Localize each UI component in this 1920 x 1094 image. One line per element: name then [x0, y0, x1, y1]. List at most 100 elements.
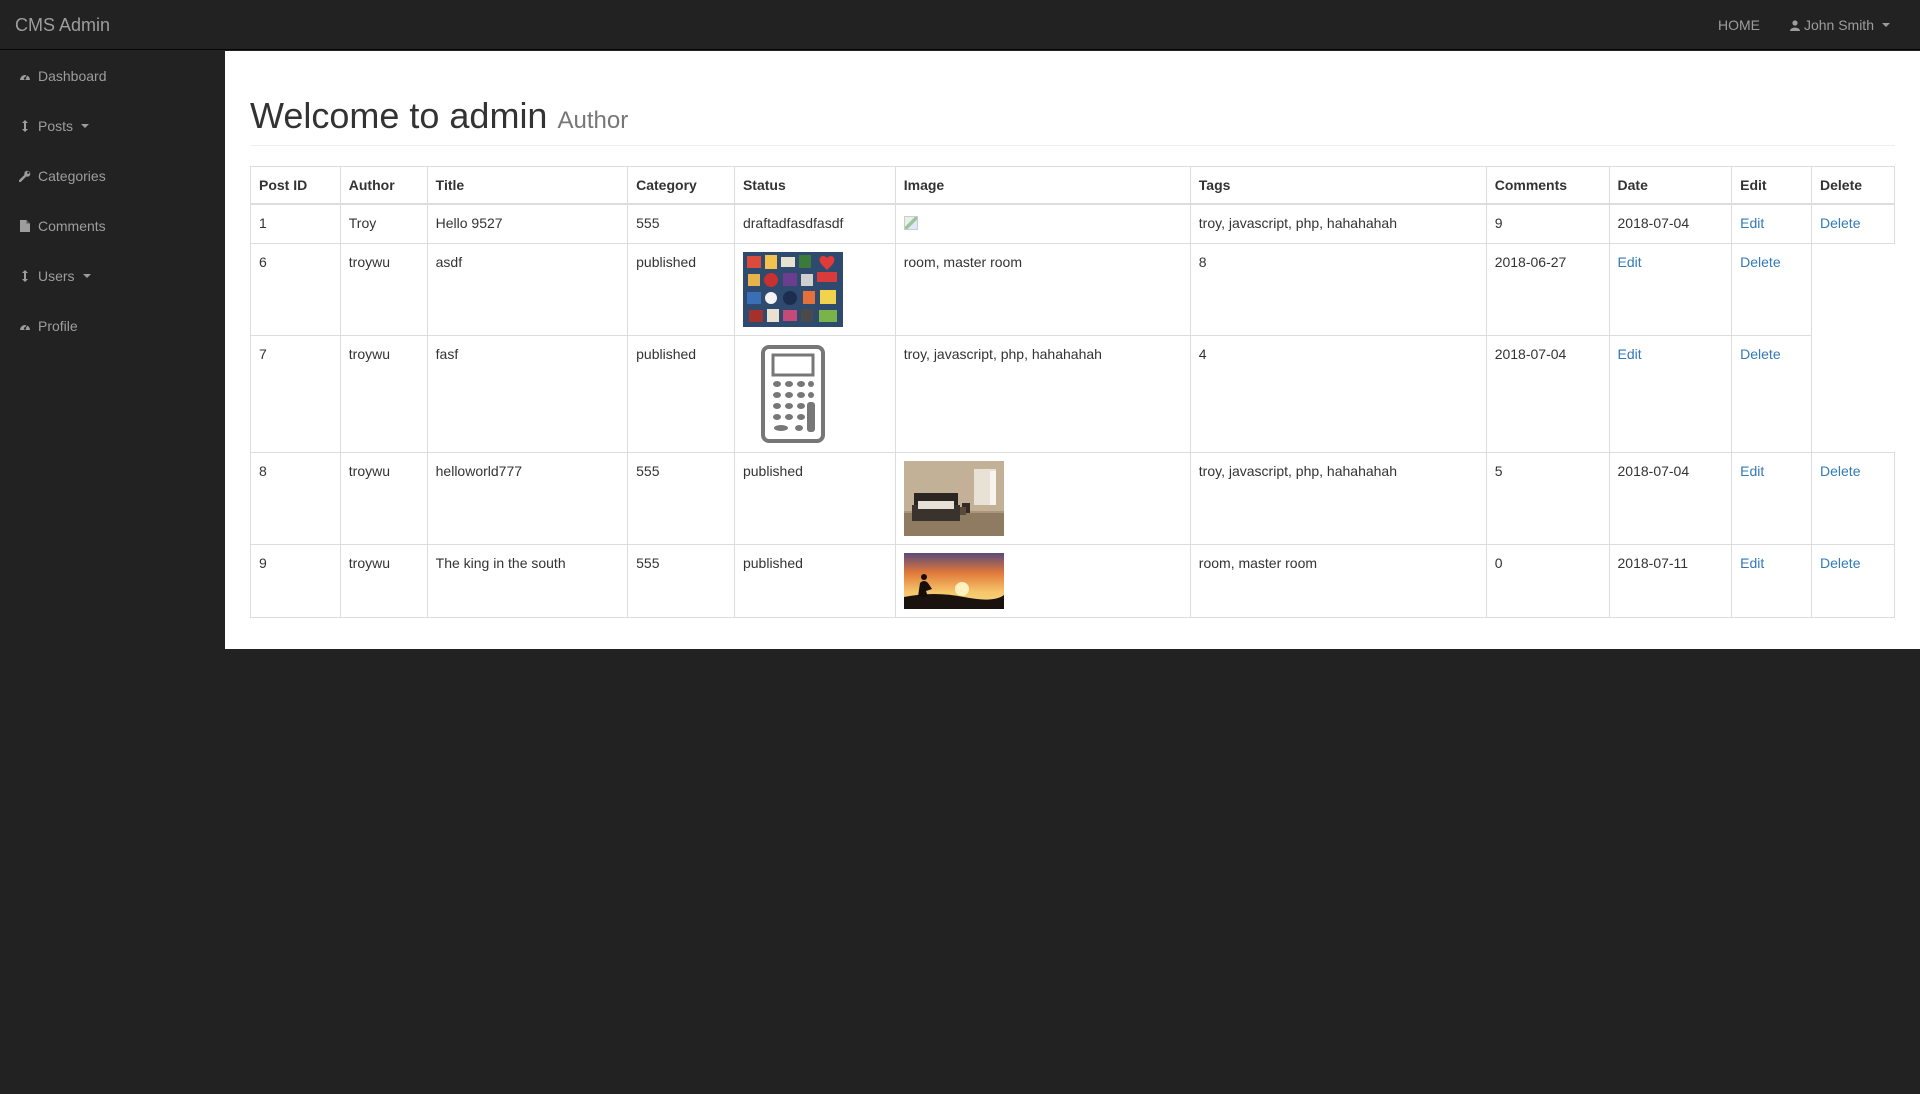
cell-delete: Delete [1731, 334, 1813, 453]
column-header: Date [1608, 165, 1733, 205]
cell-delete: Delete [1811, 203, 1895, 244]
cell-edit: Edit [1731, 451, 1813, 545]
user-name: John Smith [1803, 17, 1874, 33]
dashboard-icon [18, 71, 32, 81]
sidebar-item-users[interactable]: Users [0, 251, 225, 301]
arrows-v-icon [18, 120, 32, 132]
cell-status: draftadfasdfasdf [733, 203, 896, 244]
delete-link[interactable]: Delete [1820, 463, 1860, 479]
cell-date: 2018-07-04 [1485, 334, 1610, 453]
page-title: Welcome to admin Author [250, 96, 1895, 146]
delete-link[interactable]: Delete [1740, 254, 1780, 270]
cell-title: asdf [426, 242, 629, 336]
column-header: Comments [1485, 165, 1610, 205]
cell-post-id: 1 [250, 203, 341, 244]
cell-status: published [733, 451, 896, 545]
cell-image [894, 451, 1191, 545]
column-header: Edit [1731, 165, 1813, 205]
table-row: 9 troywu The king in the south 555 publi… [250, 543, 1895, 618]
column-header: Author [339, 165, 428, 205]
cell-date: 2018-07-04 [1608, 203, 1733, 244]
edit-link[interactable]: Edit [1740, 555, 1764, 571]
cell-tags: troy, javascript, php, hahahahah [1189, 203, 1487, 244]
cell-image [733, 242, 896, 336]
arrows-v-icon [18, 270, 32, 282]
edit-link[interactable]: Edit [1740, 463, 1764, 479]
cell-comments: 5 [1485, 451, 1610, 545]
dashboard-icon [18, 321, 32, 331]
column-header: Delete [1811, 165, 1895, 205]
sidebar-item-label: Posts [38, 118, 74, 134]
cell-date: 2018-07-11 [1608, 543, 1733, 618]
cell-author: Troy [339, 203, 428, 244]
sidebar-item-categories[interactable]: Categories [0, 151, 225, 201]
page-title-text: Welcome to admin [250, 95, 548, 136]
cell-image [733, 334, 896, 453]
broken-image-icon [903, 215, 918, 230]
column-header: Category [627, 165, 735, 205]
sidebar-item-label: Categories [38, 168, 106, 184]
sunset-image [903, 552, 1004, 609]
table-row: 8 troywu helloworld777 555 published tro… [250, 451, 1895, 545]
stickers-collage-image [742, 251, 843, 327]
cell-edit: Edit [1608, 242, 1733, 336]
cell-image [894, 203, 1191, 244]
cell-status: published [733, 543, 896, 618]
delete-link[interactable]: Delete [1820, 215, 1860, 231]
cell-author: troywu [339, 242, 428, 336]
cell-post-id: 6 [250, 242, 341, 336]
sidebar-item-comments[interactable]: Comments [0, 201, 225, 251]
sidebar-item-dashboard[interactable]: Dashboard [0, 51, 225, 101]
cell-author: troywu [339, 334, 428, 453]
cell-title: Hello 9527 [426, 203, 629, 244]
user-icon [1789, 19, 1800, 31]
chevron-down-icon [81, 124, 90, 128]
cell-post-id: 8 [250, 451, 341, 545]
edit-link[interactable]: Edit [1740, 215, 1764, 231]
posts-table: Post ID Author Title Category Status Ima… [250, 165, 1895, 618]
page-wrapper: Welcome to admin Author Post ID Author T… [225, 51, 1920, 649]
column-header: Status [733, 165, 896, 205]
column-header: Tags [1189, 165, 1487, 205]
sidebar-item-profile[interactable]: Profile [0, 301, 225, 351]
cell-date: 2018-06-27 [1485, 242, 1610, 336]
page-subtitle: Author [557, 107, 629, 134]
column-header: Post ID [250, 165, 341, 205]
wrench-icon [18, 170, 32, 182]
delete-link[interactable]: Delete [1820, 555, 1860, 571]
chevron-down-icon [82, 274, 91, 278]
sidebar-item-label: Users [38, 268, 75, 284]
edit-link[interactable]: Edit [1618, 346, 1642, 362]
home-link[interactable]: HOME [1703, 0, 1775, 50]
table-row: 7 troywu fasf published troy, javascript… [250, 334, 1895, 453]
sidebar: Dashboard Posts Categories Comments User… [0, 51, 225, 1094]
cell-image [894, 543, 1191, 618]
cell-title: fasf [426, 334, 629, 453]
cell-delete: Delete [1811, 451, 1895, 545]
sidebar-item-label: Comments [38, 218, 106, 234]
cell-post-id: 7 [250, 334, 341, 453]
table-row: 6 troywu asdf published room, master roo… [250, 242, 1895, 336]
brand-link[interactable]: CMS Admin [15, 0, 110, 50]
sidebar-item-posts[interactable]: Posts [0, 101, 225, 151]
cell-tags: room, master room [894, 242, 1191, 336]
bedroom-image [903, 460, 1004, 536]
cell-delete: Delete [1811, 543, 1895, 618]
delete-link[interactable]: Delete [1740, 346, 1780, 362]
cell-status: published [627, 242, 735, 336]
file-icon [18, 220, 32, 232]
edit-link[interactable]: Edit [1618, 254, 1642, 270]
column-header: Image [894, 165, 1191, 205]
cell-tags: troy, javascript, php, hahahahah [894, 334, 1191, 453]
cell-tags: troy, javascript, php, hahahahah [1189, 451, 1487, 545]
cell-comments: 4 [1189, 334, 1487, 453]
cell-comments: 9 [1485, 203, 1610, 244]
sidebar-item-label: Dashboard [38, 68, 107, 84]
cell-tags: room, master room [1189, 543, 1487, 618]
top-navbar: CMS Admin HOME John Smith [0, 0, 1920, 50]
navbar-right: HOME John Smith [1703, 0, 1905, 50]
cell-author: troywu [339, 451, 428, 545]
user-menu[interactable]: John Smith [1775, 0, 1905, 50]
cell-author: troywu [339, 543, 428, 618]
cell-comments: 8 [1189, 242, 1487, 336]
